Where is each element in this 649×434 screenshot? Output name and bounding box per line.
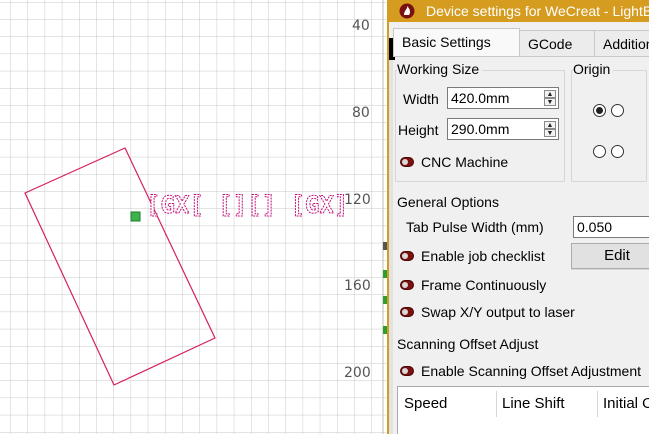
tab-basic-settings[interactable]: Basic Settings (393, 28, 520, 57)
settings-tabs: GCode Additional Settings Basic Settings (393, 28, 649, 57)
ruler-label-200: 200 (344, 365, 371, 381)
job-checklist-toggle-icon (400, 251, 414, 261)
column-separator (496, 391, 497, 417)
ruler-label-40: 40 (352, 18, 370, 34)
dialog-titlebar[interactable]: Device settings for WeCreat - LightBurn (389, 0, 649, 22)
enable-scanning-offset-checkbox[interactable]: Enable Scanning Offset Adjustment (400, 363, 649, 381)
tab-divider (393, 56, 649, 57)
cnc-machine-checkbox[interactable]: CNC Machine (400, 154, 560, 172)
ruler-label-160: 160 (344, 278, 371, 294)
origin-label: Origin (573, 61, 614, 77)
general-options-label: General Options (397, 194, 499, 210)
origin-group (571, 70, 647, 182)
height-label: Height (398, 122, 439, 138)
enable-scanning-offset-label: Enable Scanning Offset Adjustment (421, 363, 641, 379)
text-shape[interactable]: [GX[ [][] [GX] (146, 191, 349, 220)
swap-xy-checkbox[interactable]: Swap X/Y output to laser (400, 304, 630, 322)
width-value: 420.0mm (451, 90, 510, 106)
enable-job-checklist-checkbox[interactable]: Enable job checklist (400, 248, 572, 266)
dialog-title: Device settings for WeCreat - LightBurn (426, 3, 649, 19)
column-separator (597, 391, 598, 417)
origin-top-right-radio[interactable] (611, 104, 624, 117)
origin-bottom-left-radio[interactable] (593, 145, 606, 158)
tab-additional-settings[interactable]: Additional Settings (594, 30, 649, 56)
ruler-label-80: 80 (352, 105, 370, 121)
width-down-icon[interactable]: ▼ (544, 98, 556, 106)
column-header-speed[interactable]: Speed (404, 395, 447, 412)
canvas-grid: 40 80 120 160 200 [GX[ [][] [GX] (0, 0, 390, 434)
swap-xy-label: Swap X/Y output to laser (421, 304, 575, 320)
working-size-label: Working Size (397, 61, 483, 77)
dialog-left-strip (389, 60, 393, 434)
frame-toggle-icon (400, 280, 414, 290)
cnc-machine-label: CNC Machine (421, 154, 509, 170)
scanning-toggle-icon (400, 366, 414, 376)
scanning-offset-table[interactable]: Speed Line Shift Initial Offset (397, 386, 649, 434)
tab-pulse-width-label: Tab Pulse Width (mm) (406, 219, 544, 235)
cnc-toggle-icon (400, 157, 414, 167)
height-value: 290.0mm (451, 121, 510, 137)
tab-pulse-width-input[interactable]: 0.050 (573, 216, 649, 238)
width-up-icon[interactable]: ▲ (544, 90, 556, 98)
column-header-line-shift[interactable]: Line Shift (502, 395, 565, 412)
height-down-icon[interactable]: ▼ (544, 129, 556, 137)
height-spinbox[interactable]: 290.0mm ▲ ▼ (447, 118, 559, 140)
enable-job-checklist-label: Enable job checklist (421, 248, 545, 264)
selection-handle[interactable] (130, 211, 141, 222)
height-up-icon[interactable]: ▲ (544, 121, 556, 129)
column-header-initial-offset[interactable]: Initial Offset (603, 395, 649, 412)
width-spinbox[interactable]: 420.0mm ▲ ▼ (447, 87, 559, 109)
swap-toggle-icon (400, 307, 414, 317)
width-label: Width (403, 91, 439, 107)
scanning-offset-label: Scanning Offset Adjust (397, 336, 539, 352)
general-options-divider (571, 269, 649, 270)
frame-continuously-checkbox[interactable]: Frame Continuously (400, 277, 600, 295)
edit-button[interactable]: Edit (571, 243, 649, 269)
device-settings-dialog: Device settings for WeCreat - LightBurn … (387, 0, 649, 434)
design-canvas[interactable]: 40 80 120 160 200 [GX[ [][] [GX] (0, 0, 390, 434)
tab-gcode[interactable]: GCode (519, 30, 595, 56)
origin-top-left-radio[interactable] (593, 104, 606, 117)
origin-bottom-right-radio[interactable] (611, 145, 624, 158)
lightburn-logo-icon (399, 3, 415, 19)
frame-continuously-label: Frame Continuously (421, 277, 547, 293)
